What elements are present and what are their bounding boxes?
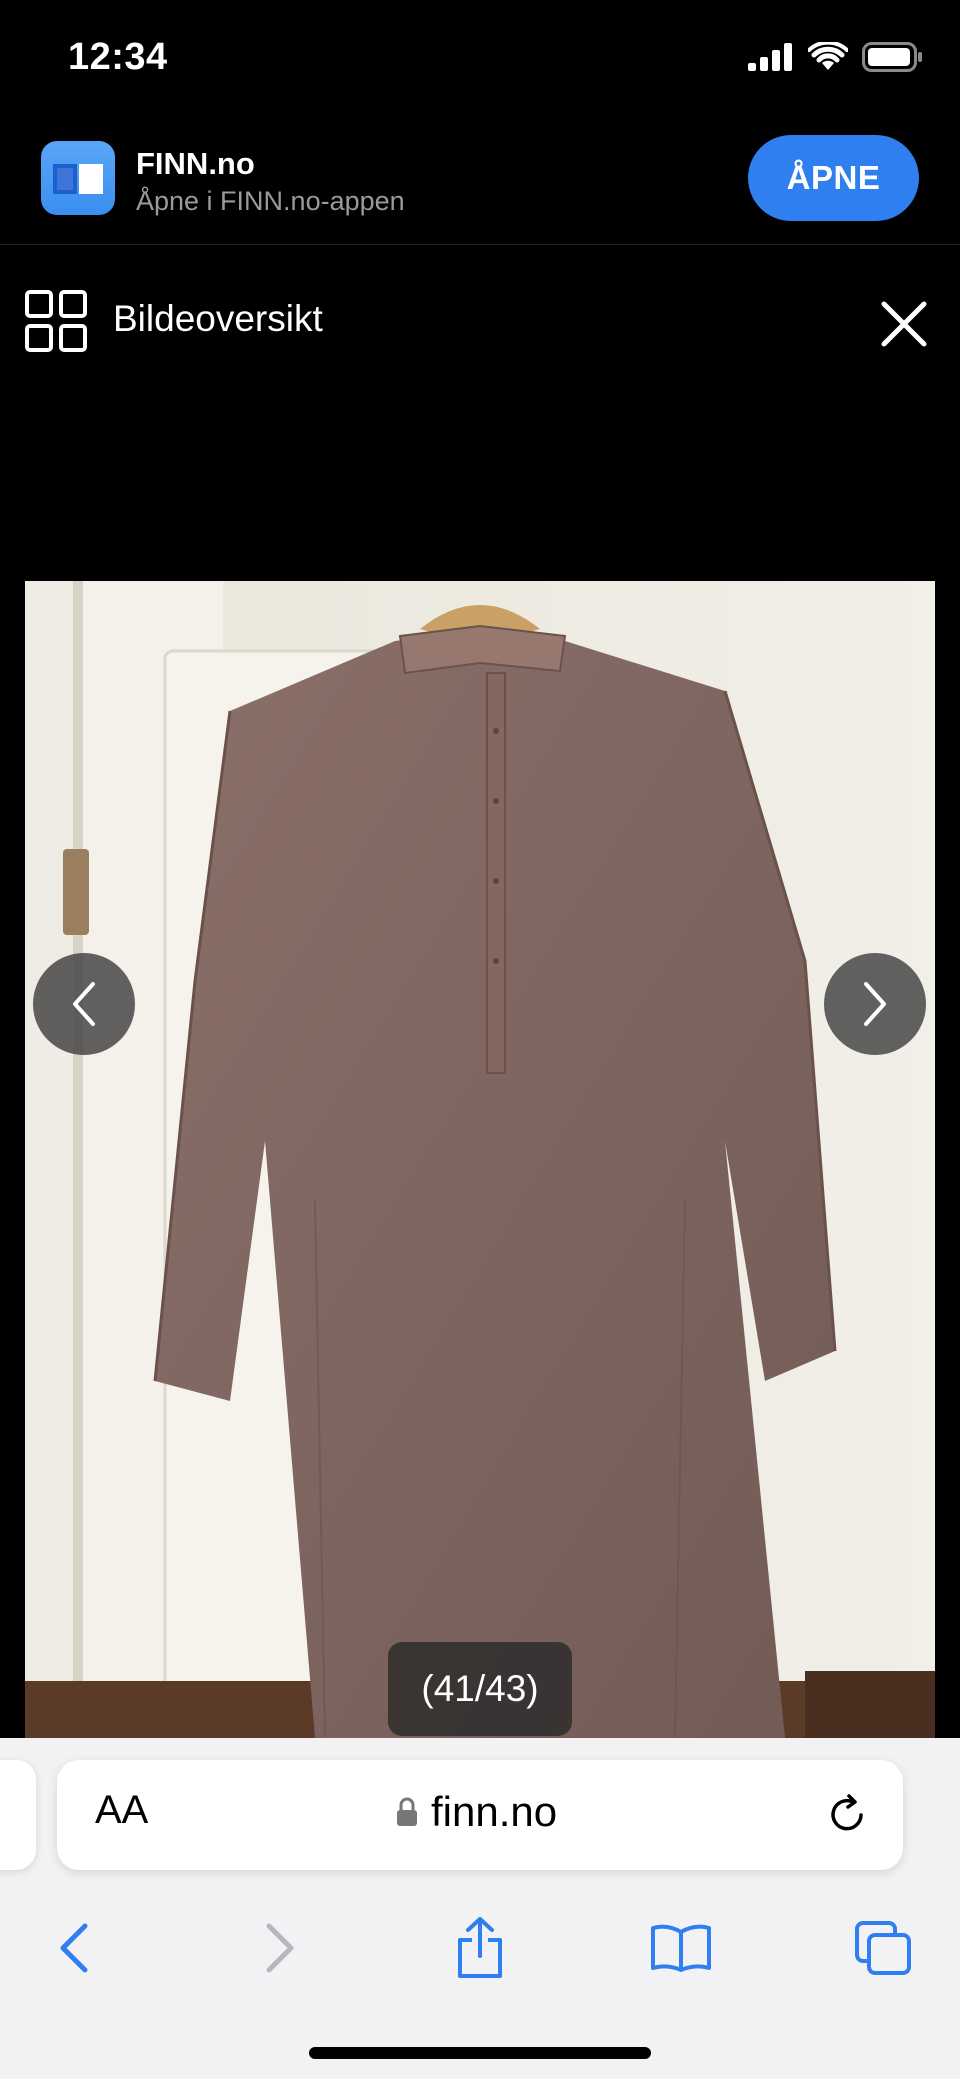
share-icon <box>458 1917 502 1978</box>
gallery-header: Bildeoversikt <box>0 245 960 355</box>
text-size-button[interactable]: AA <box>95 1788 148 1833</box>
image-counter: (41/43) <box>388 1642 572 1736</box>
share-button[interactable] <box>440 1908 520 1988</box>
listing-photo[interactable] <box>25 581 935 1738</box>
image-overview-link[interactable]: Bildeoversikt <box>113 298 323 340</box>
browser-bottom-bar: AA finn.no <box>0 1738 960 2079</box>
chevron-left-icon <box>73 982 95 1026</box>
wifi-icon <box>808 42 848 70</box>
finn-app-icon <box>41 141 115 215</box>
forward-button <box>240 1908 320 1988</box>
grid-icon[interactable] <box>25 290 87 352</box>
open-app-button[interactable]: ÅPNE <box>748 135 919 221</box>
status-time: 12:34 <box>68 36 168 78</box>
app-banner-subtitle: Åpne i FINN.no-appen <box>136 186 405 216</box>
status-bar: 12:34 <box>0 0 960 120</box>
previous-tab-peek[interactable] <box>0 1760 36 1870</box>
garment-photo-image <box>25 581 935 1738</box>
app-banner-title: FINN.no <box>136 146 255 181</box>
url-text: finn.no <box>431 1788 558 1835</box>
text-size-label: AA <box>95 1788 149 1832</box>
reload-icon[interactable] <box>823 1791 871 1839</box>
forward-icon <box>266 1923 294 1973</box>
previous-image-button[interactable] <box>33 953 135 1055</box>
close-icon[interactable] <box>878 298 930 350</box>
tabs-button[interactable] <box>843 1908 923 1988</box>
lock-icon <box>397 1797 417 1826</box>
tabs-icon <box>855 1921 911 1975</box>
finn-logo-icon <box>53 164 103 194</box>
signal-icon <box>748 43 792 71</box>
back-icon <box>60 1923 88 1973</box>
browser-toolbar <box>0 1908 960 1998</box>
battery-icon <box>862 42 922 72</box>
app-banner: FINN.no Åpne i FINN.no-appen ÅPNE <box>0 120 960 245</box>
next-image-button[interactable] <box>824 953 926 1055</box>
back-button[interactable] <box>34 1908 114 1988</box>
bookmarks-button[interactable] <box>641 1908 721 1988</box>
bookmarks-icon <box>651 1924 711 1972</box>
home-indicator <box>309 2047 651 2059</box>
url-display[interactable]: finn.no <box>395 1788 557 1836</box>
address-bar[interactable]: AA finn.no <box>57 1760 903 1870</box>
status-icons <box>748 42 924 72</box>
chevron-right-icon <box>864 982 886 1026</box>
